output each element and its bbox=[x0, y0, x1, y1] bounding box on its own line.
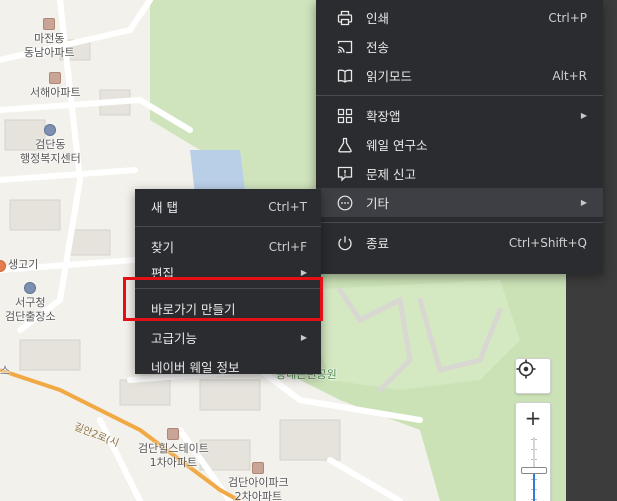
government-icon bbox=[24, 282, 37, 294]
menu-separator bbox=[135, 288, 321, 289]
apartment-icon bbox=[43, 18, 56, 30]
menu-label: 네이버 웨일 정보 bbox=[151, 360, 240, 375]
restaurant-icon bbox=[0, 260, 6, 272]
poi-meat-restaurant[interactable]: 생고기 bbox=[0, 258, 38, 272]
menu-item-whale-labs[interactable]: 웨일 연구소 bbox=[316, 130, 603, 159]
menu-shortcut: Ctrl+P bbox=[548, 10, 587, 25]
menu-item-extensions[interactable]: 확장앱 ▶ bbox=[316, 101, 603, 130]
menu-label: 고급기능 bbox=[151, 331, 198, 346]
submenu-item-create-shortcut[interactable]: 바로가기 만들기 bbox=[135, 294, 321, 323]
menu-label: 전송 bbox=[366, 40, 390, 55]
browser-main-menu: 인쇄 Ctrl+P 전송 읽기모드 Alt+R 확장앱 ▶ 웨일 연구소 문제 … bbox=[316, 0, 603, 274]
submenu-item-about[interactable]: 네이버 웨일 정보 bbox=[135, 352, 321, 381]
menu-label: 읽기모드 bbox=[366, 69, 413, 84]
menu-shortcut: Alt+R bbox=[552, 68, 587, 83]
menu-separator bbox=[316, 95, 603, 96]
more-submenu: 새 탭 Ctrl+T 찾기 Ctrl+F 편집 ▶ 바로가기 만들기 고급기능 … bbox=[135, 189, 321, 375]
poi-seogu-branch[interactable]: 서구청 검단출장소 bbox=[5, 282, 56, 324]
poi-label: 생고기 bbox=[8, 258, 39, 271]
menu-label: 인쇄 bbox=[366, 11, 390, 26]
zoom-in-button[interactable]: + bbox=[516, 403, 550, 433]
poi-label: 검단동 행정복지센터 bbox=[20, 138, 81, 165]
cast-icon bbox=[336, 38, 354, 56]
menu-label: 찾기 bbox=[151, 240, 175, 255]
poi-label: 검단아이파크 2차아파트 bbox=[228, 476, 289, 501]
menu-item-exit[interactable]: 종료 Ctrl+Shift+Q bbox=[316, 228, 603, 257]
print-icon bbox=[336, 9, 354, 27]
apartment-icon bbox=[167, 428, 180, 440]
menu-item-print[interactable]: 인쇄 Ctrl+P bbox=[316, 3, 603, 32]
menu-shortcut: Ctrl+Shift+Q bbox=[508, 235, 587, 250]
menu-label: 문제 신고 bbox=[366, 167, 416, 182]
menu-shortcut: Ctrl+T bbox=[268, 199, 307, 214]
menu-item-report[interactable]: 문제 신고 bbox=[316, 159, 603, 188]
report-icon bbox=[336, 165, 354, 183]
poi-label: 검단힐스테이트 1차아파트 bbox=[138, 442, 209, 469]
menu-item-cast[interactable]: 전송 bbox=[316, 32, 603, 61]
submenu-arrow-icon: ▶ bbox=[580, 111, 587, 120]
poi-geomdan-office[interactable]: 검단동 행정복지센터 bbox=[20, 124, 81, 166]
apartment-icon bbox=[252, 462, 265, 474]
power-icon bbox=[336, 234, 354, 252]
menu-item-reader-mode[interactable]: 읽기모드 Alt+R bbox=[316, 61, 603, 90]
labs-flask-icon bbox=[336, 136, 354, 154]
poi-label: 서구청 검단출장소 bbox=[5, 296, 56, 323]
more-icon bbox=[336, 194, 354, 212]
submenu-item-edit[interactable]: 편집 ▶ bbox=[135, 261, 321, 283]
poi-seohae-apt[interactable]: 서해아파트 bbox=[30, 72, 81, 100]
submenu-item-advanced[interactable]: 고급기능 ▶ bbox=[135, 323, 321, 352]
zoom-control: + bbox=[515, 402, 551, 501]
poi-majeon-apt[interactable]: 마전동 동남아파트 bbox=[24, 18, 75, 60]
menu-item-more[interactable]: 기타 ▶ bbox=[316, 188, 603, 217]
current-location-button[interactable] bbox=[515, 358, 551, 394]
poi-partial[interactable]: 스 bbox=[0, 364, 10, 378]
poi-label: 서해아파트 bbox=[30, 86, 81, 99]
submenu-item-new-tab[interactable]: 새 탭 Ctrl+T bbox=[135, 192, 321, 221]
poi-ipark-apt[interactable]: 검단아이파크 2차아파트 bbox=[228, 462, 289, 501]
menu-label: 새 탭 bbox=[151, 200, 178, 215]
submenu-arrow-icon: ▶ bbox=[580, 198, 587, 207]
menu-label: 편집 bbox=[151, 265, 175, 281]
apartment-icon bbox=[49, 72, 62, 84]
poi-hillstate-apt[interactable]: 검단힐스테이트 1차아파트 bbox=[138, 428, 209, 470]
menu-separator bbox=[135, 226, 321, 227]
government-icon bbox=[44, 124, 57, 136]
poi-label: 마전동 동남아파트 bbox=[24, 32, 75, 59]
menu-shortcut: Ctrl+F bbox=[268, 239, 307, 254]
submenu-item-find[interactable]: 찾기 Ctrl+F bbox=[135, 232, 321, 261]
reader-mode-icon bbox=[336, 67, 354, 85]
submenu-arrow-icon: ▶ bbox=[300, 267, 307, 277]
menu-label: 확장앱 bbox=[366, 109, 401, 124]
menu-label: 종료 bbox=[366, 236, 390, 251]
menu-label: 기타 bbox=[366, 196, 390, 211]
poi-label: 스 bbox=[0, 364, 11, 377]
menu-separator bbox=[316, 222, 603, 223]
submenu-arrow-icon: ▶ bbox=[300, 333, 307, 342]
menu-label: 웨일 연구소 bbox=[366, 138, 428, 153]
menu-label: 바로가기 만들기 bbox=[151, 302, 236, 317]
extensions-icon bbox=[336, 107, 354, 125]
zoom-slider-handle[interactable] bbox=[521, 467, 547, 474]
crosshair-icon bbox=[516, 359, 536, 379]
